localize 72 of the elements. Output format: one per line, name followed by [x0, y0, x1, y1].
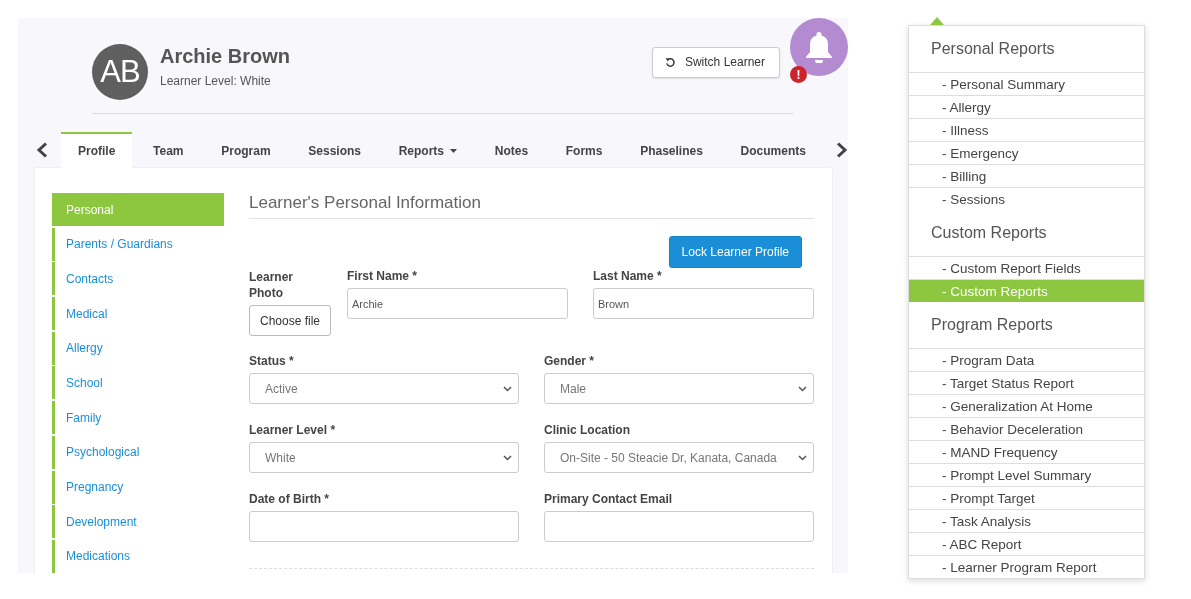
menu-item[interactable]: - Behavior Deceleration: [909, 417, 1144, 440]
sidebar-item[interactable]: Allergy: [52, 331, 224, 365]
choose-file-button[interactable]: Choose file: [249, 305, 331, 336]
tab[interactable]: Notes: [477, 132, 546, 168]
input-field[interactable]: [544, 511, 814, 542]
chevron-down-icon: [798, 385, 807, 392]
bell-icon: [805, 31, 833, 63]
learner-level: Learner Level: White: [160, 73, 272, 88]
tab[interactable]: Profile: [61, 132, 133, 168]
select-field[interactable]: Active: [249, 373, 519, 404]
tab[interactable]: Team: [136, 132, 201, 168]
input-field[interactable]: [249, 511, 519, 542]
input-field[interactable]: Brown: [593, 288, 814, 319]
sidebar-item[interactable]: Parents / Guardians: [52, 227, 224, 261]
menu-item[interactable]: - Prompt Target: [909, 486, 1144, 509]
menu-item[interactable]: - Program Data: [909, 348, 1144, 371]
sidebar-item[interactable]: Development: [52, 505, 224, 539]
menu-section-header: Personal Reports: [930, 39, 1056, 59]
tab[interactable]: Sessions: [291, 132, 378, 168]
menu-section-header: Program Reports: [930, 315, 1054, 335]
alert-badge: !: [790, 66, 807, 83]
field-label: Clinic Location: [544, 423, 631, 439]
sidebar-item[interactable]: Pregnancy: [52, 470, 224, 504]
sidebar-item[interactable]: School: [52, 366, 224, 400]
select-field[interactable]: White: [249, 442, 519, 473]
menu-item[interactable]: - Target Status Report: [909, 371, 1144, 394]
learner-name: Archie Brown: [160, 44, 292, 68]
select-field[interactable]: Male: [544, 373, 814, 404]
menu-item[interactable]: - Prompt Level Summary: [909, 463, 1144, 486]
field-label: Gender *: [544, 354, 595, 370]
menu-item[interactable]: - Task Analysis: [909, 509, 1144, 532]
field-label: First Name *: [347, 269, 419, 285]
tab[interactable]: Documents: [723, 132, 823, 168]
sidebar-item[interactable]: Family: [52, 401, 224, 435]
menu-item[interactable]: - Emergency: [909, 141, 1144, 164]
select-field[interactable]: On-Site - 50 Steacie Dr, Kanata, Canada: [544, 442, 814, 473]
switch-learner-button[interactable]: Switch Learner: [651, 46, 780, 78]
tab[interactable]: Phaselines: [623, 132, 720, 168]
refresh-icon: [664, 56, 676, 68]
menu-item[interactable]: - Generalization At Home: [909, 394, 1144, 417]
chevron-down-icon: [798, 454, 807, 461]
sidebar-item[interactable]: Medical: [52, 297, 224, 331]
field-label: Date of Birth *: [249, 492, 330, 508]
chevron-right-icon[interactable]: [835, 142, 848, 158]
tab[interactable]: Program: [204, 132, 288, 168]
sidebar-item[interactable]: Psychological: [52, 435, 224, 469]
pointer-arrow-icon: [930, 17, 944, 25]
menu-item[interactable]: - MAND Frequency: [909, 440, 1144, 463]
section-heading: Learner's Personal Information: [249, 193, 814, 219]
chevron-down-icon: [503, 454, 512, 461]
sidebar-item[interactable]: Medications: [52, 539, 224, 573]
input-field[interactable]: Archie: [347, 288, 568, 319]
lock-profile-button[interactable]: Lock Learner Profile: [668, 236, 802, 268]
menu-item[interactable]: - Personal Summary: [909, 72, 1144, 95]
menu-item[interactable]: - Allergy: [909, 95, 1144, 118]
field-label: Learner Level *: [249, 423, 337, 439]
menu-item[interactable]: - ABC Report: [909, 532, 1144, 555]
sidebar-item[interactable]: Contacts: [52, 262, 224, 296]
tab[interactable]: Forms: [548, 132, 620, 168]
field-label: Status *: [249, 354, 295, 370]
tab[interactable]: Reports: [381, 132, 475, 168]
field-label: Primary Contact Email: [544, 492, 674, 508]
menu-item[interactable]: - Billing: [909, 164, 1144, 187]
menu-section-header: Custom Reports: [930, 223, 1048, 243]
field-label: Learner Photo: [249, 269, 295, 301]
chevron-left-icon[interactable]: [36, 142, 49, 158]
menu-item[interactable]: - Sessions: [909, 187, 1144, 210]
menu-item[interactable]: - Illness: [909, 118, 1144, 141]
menu-item[interactable]: - Learner Program Report: [909, 555, 1144, 578]
avatar: AB: [92, 44, 148, 100]
field-label: Last Name *: [593, 269, 663, 285]
chevron-down-icon: [503, 385, 512, 392]
